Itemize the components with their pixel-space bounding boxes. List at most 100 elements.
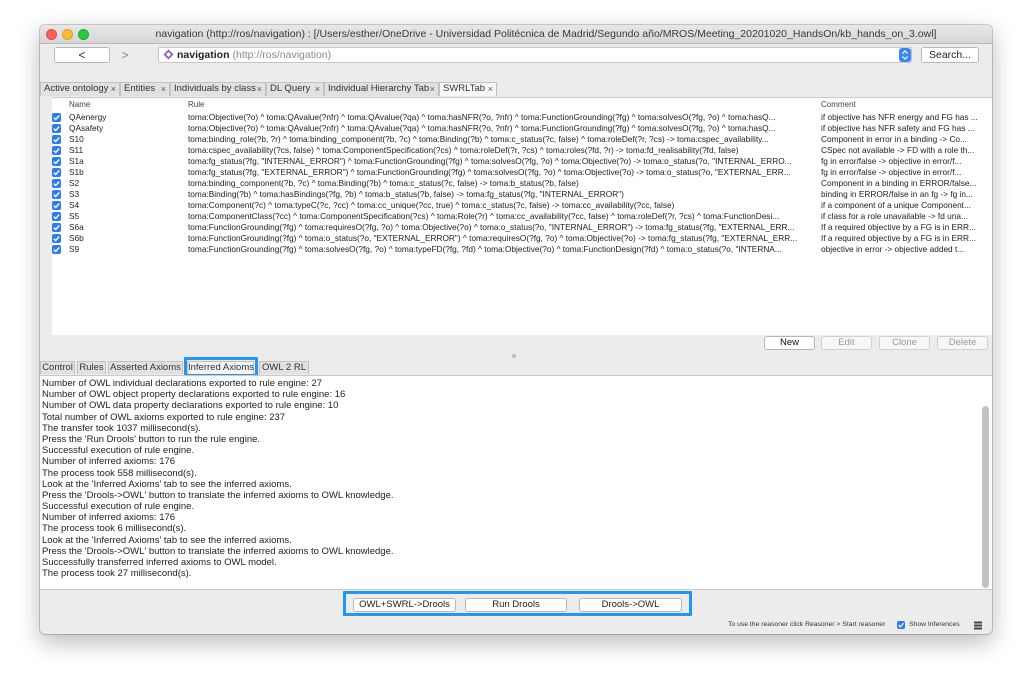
ontology-url-bar[interactable]: navigation (http://ros/navigation) bbox=[158, 47, 912, 63]
rule-body: toma:FunctionGrounding(?fg) ^ toma:o_sta… bbox=[188, 233, 798, 243]
tab-inferred-axioms[interactable]: Inferred Axioms bbox=[187, 361, 254, 374]
clone-rule-button[interactable]: Clone bbox=[879, 336, 930, 350]
rule-comment: binding in ERROR/false in an fg -> fg in… bbox=[821, 189, 973, 199]
protege-window: navigation (http://ros/navigation) : [/U… bbox=[40, 25, 992, 634]
tab-individual-hierarchy[interactable]: Individual Hierarchy Tab × bbox=[324, 82, 439, 96]
log-line: Successfully transferred inferred axioms… bbox=[42, 557, 277, 568]
rule-enabled-checkbox[interactable] bbox=[52, 135, 61, 144]
rule-enabled-checkbox[interactable] bbox=[52, 157, 61, 166]
rule-row[interactable]: S6a toma:FunctionGrounding(?fg) ^ toma:re… bbox=[52, 222, 992, 233]
rule-enabled-checkbox[interactable] bbox=[52, 124, 61, 133]
close-tab-icon[interactable]: × bbox=[161, 83, 166, 95]
owl-swrl-to-drools-button[interactable]: OWL+SWRL->Drools bbox=[353, 598, 456, 612]
tab-entities[interactable]: Entities × bbox=[120, 82, 170, 96]
rule-enabled-checkbox[interactable] bbox=[52, 223, 61, 232]
rule-enabled-checkbox[interactable] bbox=[52, 245, 61, 254]
rule-row[interactable]: S3 toma:Binding(?b) ^ toma:hasBindings(?f… bbox=[52, 189, 992, 200]
rule-row[interactable]: S5 toma:ComponentClass(?cc) ^ toma:Compon… bbox=[52, 211, 992, 222]
rule-body: toma:fg_status(?fg, "INTERNAL_ERROR") ^ … bbox=[188, 156, 792, 166]
new-rule-button[interactable]: New bbox=[764, 336, 815, 350]
rule-enabled-checkbox[interactable] bbox=[52, 179, 61, 188]
ontology-name: navigation bbox=[177, 49, 230, 61]
log-line: Number of OWL object property declaratio… bbox=[42, 389, 346, 401]
rule-enabled-checkbox[interactable] bbox=[52, 168, 61, 177]
rule-comment: CSpec not available -> FD with a role th… bbox=[821, 145, 975, 155]
rule-row[interactable]: S11 toma:cspec_availability(?cs, false) ^… bbox=[52, 145, 992, 156]
tab-rules[interactable]: Rules bbox=[77, 361, 106, 374]
split-pane-divider[interactable] bbox=[512, 354, 516, 358]
rule-enabled-checkbox[interactable] bbox=[52, 113, 61, 122]
rule-name: S1b bbox=[69, 167, 84, 177]
back-button[interactable]: < bbox=[54, 47, 110, 63]
search-button[interactable]: Search... bbox=[921, 47, 979, 63]
rule-name: QAsafety bbox=[69, 123, 104, 133]
minimize-window-button[interactable] bbox=[62, 29, 73, 40]
tab-swrltab[interactable]: SWRLTab × bbox=[439, 82, 497, 96]
rules-table-header: Name Rule Comment bbox=[52, 100, 992, 111]
rule-name: S6b bbox=[69, 233, 84, 243]
rule-enabled-checkbox[interactable] bbox=[52, 234, 61, 243]
show-inferences-checkbox[interactable] bbox=[897, 621, 905, 629]
close-tab-icon[interactable]: × bbox=[430, 83, 435, 95]
close-tab-icon[interactable]: × bbox=[257, 83, 262, 95]
tab-asserted-axioms[interactable]: Asserted Axioms bbox=[108, 361, 183, 374]
rule-name: QAenergy bbox=[69, 112, 107, 122]
log-line: Look at the 'Inferred Axioms' tab to see… bbox=[42, 478, 292, 490]
column-header-name[interactable]: Name bbox=[69, 100, 90, 109]
forward-button[interactable]: > bbox=[114, 47, 136, 63]
log-line: Number of OWL data property declarations… bbox=[42, 400, 339, 412]
tab-active-ontology[interactable]: Active ontology × bbox=[40, 82, 120, 96]
stack-menu-icon[interactable] bbox=[974, 621, 982, 630]
rule-row[interactable]: S1a toma:fg_status(?fg, "INTERNAL_ERROR")… bbox=[52, 156, 992, 167]
show-inferences-label: Show Inferences bbox=[909, 621, 960, 628]
rule-enabled-checkbox[interactable] bbox=[52, 201, 61, 210]
close-tab-icon[interactable]: × bbox=[488, 83, 493, 95]
close-tab-icon[interactable]: × bbox=[111, 83, 116, 95]
tab-label: Entities bbox=[124, 83, 156, 94]
drools-to-owl-button[interactable]: Drools->OWL bbox=[579, 598, 682, 612]
rule-comment: Component in error in a binding -> Co... bbox=[821, 134, 967, 144]
column-header-rule[interactable]: Rule bbox=[188, 100, 204, 109]
rule-row[interactable]: QAsafety toma:Objective(?o) ^ toma:QAvalu… bbox=[52, 123, 992, 134]
tab-label: Individuals by class bbox=[174, 83, 256, 94]
log-line: The process took 558 millisecond(s). bbox=[42, 467, 197, 479]
rule-row[interactable]: S4 toma:Component(?c) ^ toma:typeC(?c, ?c… bbox=[52, 200, 992, 211]
tab-label: DL Query bbox=[270, 83, 311, 94]
rule-body: toma:Binding(?b) ^ toma:hasBindings(?fg,… bbox=[188, 189, 624, 199]
rule-row[interactable]: QAenergy toma:Objective(?o) ^ toma:QAvalu… bbox=[52, 112, 992, 123]
tab-control[interactable]: Control bbox=[40, 361, 75, 374]
rule-row[interactable]: S2 toma:binding_component(?b, ?c) ^ toma:… bbox=[52, 178, 992, 189]
main-tab-bar: Active ontology × Entities × Individuals b… bbox=[40, 82, 992, 96]
log-line: The process took 6 millisecond(s). bbox=[42, 523, 187, 535]
run-drools-button[interactable]: Run Drools bbox=[465, 598, 567, 612]
delete-rule-button[interactable]: Delete bbox=[937, 336, 988, 350]
close-window-button[interactable] bbox=[46, 29, 57, 40]
log-text-area[interactable]: Number of OWL individual declarations ex… bbox=[42, 378, 978, 579]
rule-body: toma:Component(?c) ^ toma:typeC(?c, ?cc)… bbox=[188, 200, 675, 210]
column-header-comment[interactable]: Comment bbox=[821, 100, 856, 109]
rule-row[interactable]: S10 toma:binding_role(?b, ?r) ^ toma:bind… bbox=[52, 134, 992, 145]
tab-dl-query[interactable]: DL Query × bbox=[266, 82, 324, 96]
rule-enabled-checkbox[interactable] bbox=[52, 190, 61, 199]
tab-owl2-rl[interactable]: OWL 2 RL bbox=[259, 361, 309, 374]
ontology-dropdown-chevron-icon[interactable] bbox=[899, 48, 911, 62]
rule-row[interactable]: S1b toma:fg_status(?fg, "EXTERNAL_ERROR")… bbox=[52, 167, 992, 178]
rule-comment: If a required objective by a FG is in ER… bbox=[821, 233, 976, 243]
edit-rule-button[interactable]: Edit bbox=[821, 336, 872, 350]
rule-row[interactable]: S9 toma:FunctionGrounding(?fg) ^ toma:sol… bbox=[52, 244, 992, 255]
ontology-diamond-icon bbox=[163, 49, 174, 60]
reasoner-hint: To use the reasoner click Reasoner > Sta… bbox=[728, 621, 886, 628]
rule-enabled-checkbox[interactable] bbox=[52, 212, 61, 221]
maximize-window-button[interactable] bbox=[78, 29, 89, 40]
tab-individuals-by-class[interactable]: Individuals by class × bbox=[170, 82, 266, 96]
log-line: The process took 27 millisecond(s). bbox=[42, 568, 192, 580]
vertical-scrollbar[interactable] bbox=[982, 406, 989, 588]
close-tab-icon[interactable]: × bbox=[315, 83, 320, 95]
drools-tab-bar: Control Rules Asserted Axioms Inferred A… bbox=[40, 360, 992, 375]
rule-enabled-checkbox[interactable] bbox=[52, 146, 61, 155]
status-bar: To use the reasoner click Reasoner > Sta… bbox=[40, 618, 992, 634]
rule-row[interactable]: S6b toma:FunctionGrounding(?fg) ^ toma:o_… bbox=[52, 233, 992, 244]
log-line: Look at the 'Inferred Axioms' tab to see… bbox=[42, 534, 292, 546]
window-title: navigation (http://ros/navigation) : [/U… bbox=[155, 28, 937, 40]
tab-label: Individual Hierarchy Tab bbox=[328, 83, 430, 94]
